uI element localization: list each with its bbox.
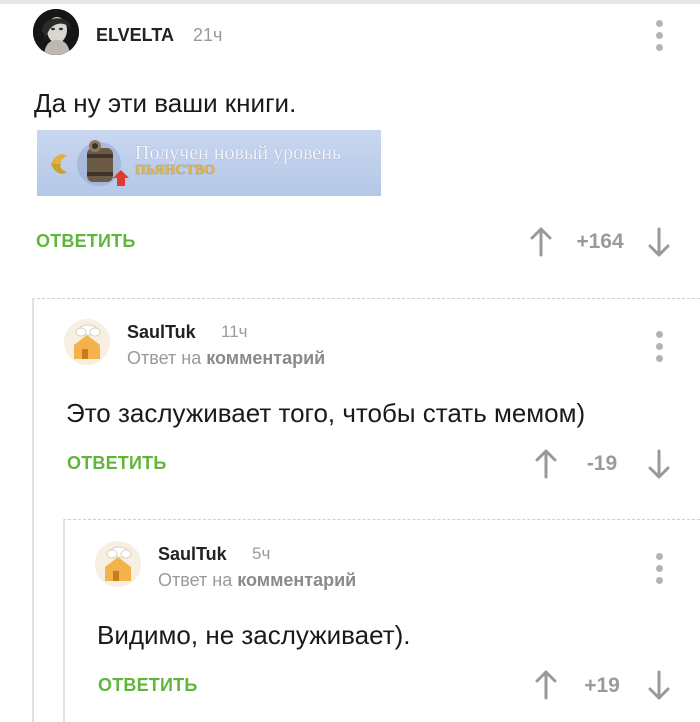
reply-button[interactable]: ОТВЕТИТЬ [67,453,166,474]
comment-text: Видимо, не заслуживает). [97,620,411,650]
avatar-house-icon [64,319,110,365]
thread-line [63,519,65,722]
reply-to-prefix: Ответ на [127,348,207,368]
comment-author[interactable]: SaulTuk [158,544,227,565]
comment-rating: +19 [584,674,620,697]
more-options-icon[interactable] [655,20,663,51]
comment-time: 11ч [221,322,248,341]
reply-button[interactable]: ОТВЕТИТЬ [98,675,197,696]
more-options-icon[interactable] [655,553,663,584]
comment-text: Это заслуживает того, чтобы стать мемом) [66,398,586,428]
avatar-portrait-icon [33,9,79,55]
avatar[interactable] [33,9,79,55]
comment-separator [63,519,700,520]
arrow-down-icon[interactable] [647,449,671,479]
arrow-up-icon[interactable] [529,227,553,257]
avatar[interactable] [64,319,110,365]
avatar[interactable] [95,541,141,587]
comment-text: Да ну эти ваши книги. [34,88,297,118]
reply-to-prefix: Ответ на [158,570,238,590]
thread-line [32,298,34,722]
barrel-emblem-icon [51,140,129,186]
comment-rating: -19 [586,452,618,475]
reply-to-target[interactable]: комментарий [237,570,356,590]
reply-to-target[interactable]: комментарий [206,348,325,368]
badge-level-name: ПЬЯНСТВО [135,163,216,178]
comment-author[interactable]: SaulTuk [127,322,196,343]
level-up-image: Получен новый уровень ПЬЯНСТВО [37,130,381,196]
arrow-up-icon[interactable] [534,449,558,479]
arrow-down-icon[interactable] [647,227,671,257]
top-divider [0,0,700,4]
reply-button[interactable]: ОТВЕТИТЬ [36,231,135,252]
comment-time: 21ч [193,25,223,45]
avatar-house-icon [95,541,141,587]
arrow-down-icon[interactable] [647,670,671,700]
comment-time: 5ч [252,544,271,563]
reply-to-link[interactable]: Ответ на комментарий [158,570,356,591]
comment-rating: +164 [576,230,624,253]
comment-separator [32,298,700,299]
badge-title: Получен новый уровень [135,142,342,164]
reply-to-link[interactable]: Ответ на комментарий [127,348,325,369]
arrow-up-icon[interactable] [534,670,558,700]
more-options-icon[interactable] [655,331,663,362]
comment-author[interactable]: ELVELTA [96,25,174,46]
